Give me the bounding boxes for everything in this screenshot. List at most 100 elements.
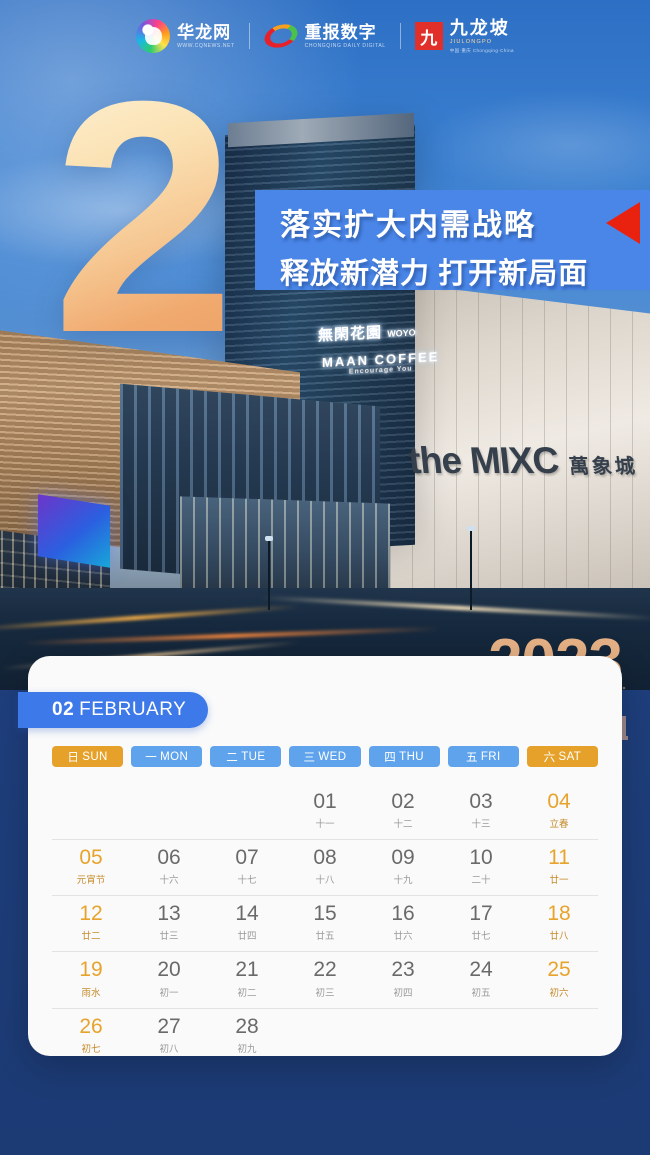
calendar-day-cell[interactable]: 28 初九 — [208, 1015, 286, 1055]
lunar-label: 十三 — [471, 819, 491, 831]
day-number: 13 — [157, 902, 181, 926]
day-number: 01 — [313, 790, 337, 813]
light-trail — [260, 595, 650, 621]
calendar-day-cell[interactable]: 19 雨水 — [52, 958, 130, 998]
headline-line-2: 释放新潜力 打开新局面 — [280, 258, 589, 290]
weekday-chip-sun[interactable]: 日 SUN — [52, 746, 124, 767]
calendar-day-cell[interactable]: 18 廿八 — [520, 902, 598, 942]
woyo-sign-sub: WOYO — [387, 327, 416, 339]
lunar-label: 初九 — [237, 1043, 257, 1055]
calendar-day-cell[interactable]: 26 初七 — [52, 1015, 130, 1055]
lunar-label: 初四 — [393, 987, 413, 999]
logo-chongbaoshuzi[interactable]: 重报数字 CHONGQING DAILY DIGITAL — [263, 22, 386, 49]
day-number: 02 — [391, 790, 415, 813]
calendar-day-cell[interactable]: 23 初四 — [364, 958, 442, 998]
jiulongpo-logo-en: JIULONGPO — [449, 39, 493, 45]
calendar-cell-empty — [520, 1015, 598, 1055]
jiulongpo-seal-icon: 九 — [414, 22, 443, 50]
calendar-day-cell[interactable]: 12 廿二 — [52, 902, 130, 942]
calendar-day-cell[interactable]: 11 廿一 — [520, 846, 598, 886]
weekday-chip-sat[interactable]: 六 SAT — [526, 746, 598, 767]
calendar-day-cell[interactable]: 21 初二 — [208, 958, 286, 998]
lunar-label: 廿八 — [549, 931, 569, 943]
calendar-day-cell[interactable]: 15 廿五 — [286, 902, 364, 942]
calendar-day-cell[interactable]: 17 廿七 — [442, 902, 520, 942]
chongbao-swirl-icon — [263, 23, 298, 49]
weekday-chip-fri[interactable]: 五 FRI — [447, 746, 519, 767]
calendar-day-cell[interactable]: 05 元宵节 — [52, 846, 130, 886]
lunar-label: 廿三 — [159, 931, 179, 943]
lunar-label: 廿一 — [549, 875, 569, 887]
calendar-day-cell[interactable]: 06 十六 — [130, 846, 208, 886]
calendar-card: 02 FEBRUARY 日 SUN 一 MON 二 TUE 三 WED 四 THU — [18, 656, 622, 1056]
lunar-label: 十九 — [393, 875, 413, 887]
lunar-label: 元宵节 — [76, 875, 106, 887]
calendar-cell-empty — [130, 790, 208, 830]
calendar-week-row: 19 雨水 20 初一 21 初二 22 初三 23 初四 24 初五 25 初六 — [52, 952, 598, 1009]
day-number: 03 — [469, 790, 493, 813]
calendar-day-cell[interactable]: 25 初六 — [520, 958, 598, 998]
lunar-label: 廿七 — [471, 931, 491, 943]
calendar-day-cell[interactable]: 14 廿四 — [208, 902, 286, 942]
weekday-en-mon: MON — [160, 750, 189, 763]
weekday-chip-mon[interactable]: 一 MON — [131, 746, 203, 767]
weekday-zh-tue: 二 — [226, 751, 239, 764]
calendar-day-cell[interactable]: 13 廿三 — [130, 902, 208, 942]
calendar-day-cell[interactable]: 04 立春 — [520, 790, 598, 830]
lunar-label: 初五 — [471, 987, 491, 999]
day-number: 09 — [391, 846, 415, 870]
lunar-label: 十八 — [315, 875, 335, 887]
lunar-label: 初一 — [159, 987, 179, 999]
jiulongpo-logo-cn: 九龙坡 — [449, 18, 510, 38]
lunar-label: 初三 — [315, 987, 335, 999]
logo-hualongwang[interactable]: 华龙网 WWW.CQNEWS.NET — [136, 19, 235, 53]
weekday-chip-thu[interactable]: 四 THU — [368, 746, 440, 767]
calendar-day-cell[interactable]: 07 十七 — [208, 846, 286, 886]
day-number: 14 — [235, 902, 259, 926]
chongbao-logo-cn: 重报数字 — [304, 22, 377, 42]
calendar-cell-empty — [286, 1015, 364, 1055]
street-lamp — [265, 536, 273, 610]
day-number: 18 — [547, 902, 571, 926]
calendar-grid: 01 十一 02 十二 03 十三 04 立春 05 元宵节 06 十六 07 十七 08 十八 09 十九 10 二… — [52, 784, 598, 1064]
lunar-label: 廿二 — [81, 931, 101, 943]
day-number: 12 — [79, 902, 103, 926]
weekday-chip-wed[interactable]: 三 WED — [289, 746, 361, 767]
weekday-en-fri: FRI — [480, 750, 501, 763]
calendar-day-cell[interactable]: 27 初八 — [130, 1015, 208, 1055]
day-number: 08 — [313, 846, 337, 870]
day-number: 21 — [235, 958, 259, 982]
day-number: 19 — [79, 958, 103, 982]
weekday-zh-fri: 五 — [465, 751, 478, 764]
calendar-day-cell[interactable]: 01 十一 — [286, 790, 364, 830]
weekday-en-sat: SAT — [558, 750, 582, 763]
calendar-day-cell[interactable]: 09 十九 — [364, 846, 442, 886]
weekday-en-thu: THU — [399, 750, 424, 763]
red-triangle-icon — [606, 202, 640, 244]
jiulongpo-logo-en2: 中国·重庆 Chongqing·China — [449, 47, 514, 53]
day-number: 10 — [469, 846, 493, 870]
calendar-day-cell[interactable]: 16 廿六 — [364, 902, 442, 942]
weekday-zh-mon: 一 — [145, 751, 158, 764]
calendar-day-cell[interactable]: 08 十八 — [286, 846, 364, 886]
weekday-zh-thu: 四 — [384, 751, 397, 764]
calendar-day-cell[interactable]: 20 初一 — [130, 958, 208, 998]
calendar-day-cell[interactable]: 02 十二 — [364, 790, 442, 830]
calendar-day-cell[interactable]: 03 十三 — [442, 790, 520, 830]
lunar-label: 廿六 — [393, 931, 413, 943]
lunar-label: 初二 — [237, 987, 257, 999]
calendar-week-row: 01 十一 02 十二 03 十三 04 立春 — [52, 784, 598, 841]
calendar-poster: 無閑花園 WOYO MAAN COFFEE Encourage You the … — [0, 0, 650, 1155]
calendar-week-row: 05 元宵节 06 十六 07 十七 08 十八 09 十九 10 二十 11 廿一 — [52, 840, 598, 897]
calendar-day-cell[interactable]: 22 初三 — [286, 958, 364, 998]
headline-banner: 落实扩大内需战略 释放新潜力 打开新局面 — [255, 190, 650, 290]
lunar-label: 十二 — [393, 819, 413, 831]
month-name: FEBRUARY — [79, 699, 187, 720]
weekday-chip-tue[interactable]: 二 TUE — [210, 746, 282, 767]
logo-jiulongpo[interactable]: 九 九龙坡 JIULONGPO 中国·重庆 Chongqing·China — [414, 18, 514, 53]
calendar-cell-empty — [442, 1015, 520, 1055]
month-badge: 02 FEBRUARY — [18, 692, 209, 728]
light-trail — [0, 604, 300, 632]
calendar-day-cell[interactable]: 24 初五 — [442, 958, 520, 998]
calendar-day-cell[interactable]: 10 二十 — [442, 846, 520, 886]
